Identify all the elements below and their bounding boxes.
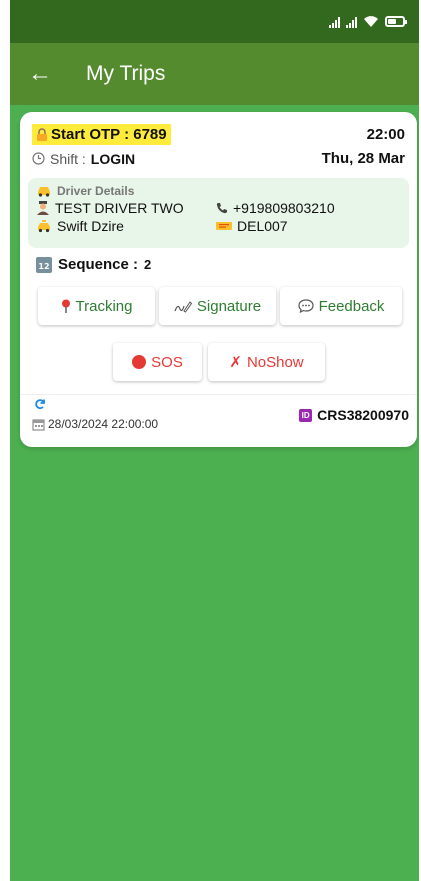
back-arrow-icon[interactable]: ← [28, 60, 68, 88]
sos-label: SOS [151, 353, 183, 371]
otp-row: Start OTP : 6789 22:00 [32, 124, 405, 145]
signature-pen-icon [174, 300, 192, 313]
noshow-button[interactable]: ✗ NoShow [208, 343, 325, 381]
otp-text: Start OTP : 6789 [51, 126, 167, 143]
start-otp: Start OTP : 6789 [32, 124, 171, 145]
sequence-value: 2 [144, 257, 152, 272]
battery-icon [385, 16, 407, 27]
sos-red-circle-icon [132, 355, 147, 369]
speech-bubble-icon [297, 299, 314, 313]
car-icon [36, 185, 52, 197]
driver-name: TEST DRIVER TWO [55, 200, 184, 216]
status-bar [10, 0, 419, 43]
pin-icon [61, 299, 71, 313]
id-badge-icon: ID [299, 408, 313, 422]
shift-value: LOGIN [90, 150, 136, 167]
signal-icon [329, 16, 340, 28]
vehicle-number-row: DEL007 [216, 218, 401, 234]
emergency-buttons: SOS ✗ NoShow [113, 343, 325, 381]
signature-button[interactable]: Signature [159, 287, 276, 325]
noshow-label: NoShow [246, 353, 304, 371]
lock-icon [36, 128, 48, 141]
signature-label: Signature [196, 297, 262, 315]
feedback-label: Feedback [318, 297, 385, 315]
wifi-icon [364, 15, 378, 27]
tracking-button[interactable]: Tracking [38, 287, 155, 325]
phone-icon [216, 202, 228, 214]
sos-button[interactable]: SOS [113, 343, 202, 381]
sequence-numbers-icon: 12 [36, 256, 52, 273]
vehicle-number: DEL007 [237, 218, 288, 234]
cross-mark-icon: ✗ [229, 354, 242, 371]
driver-details-header: Driver Details [36, 184, 401, 198]
action-buttons: Tracking Signature Feedback [38, 287, 402, 325]
shift-info: Shift : LOGIN [32, 151, 135, 167]
taxi-icon [36, 219, 52, 233]
calendar-icon [32, 418, 45, 431]
driver-details-label: Driver Details [57, 184, 135, 198]
clock-icon [32, 152, 45, 165]
sequence-row: 12 Sequence : 2 [36, 256, 151, 273]
card-divider [20, 394, 417, 395]
ticket-icon [216, 221, 232, 231]
app-bar: ← My Trips [10, 43, 419, 105]
driver-phone-row[interactable]: +919809803210 [216, 200, 401, 216]
driver-info-grid: TEST DRIVER TWO +919809803210 Swift Dzir… [36, 200, 401, 234]
driver-icon [36, 201, 50, 215]
shift-row: Shift : LOGIN Thu, 28 Mar [32, 150, 405, 167]
trip-datetime-row: 28/03/2024 22:00:00 [32, 417, 158, 431]
driver-name-row: TEST DRIVER TWO [36, 200, 216, 216]
tracking-label: Tracking [75, 297, 133, 315]
signal-icon-2 [346, 16, 357, 28]
sequence-label: Sequence : [58, 256, 139, 273]
trip-id-row: ID CRS38200970 [299, 407, 409, 423]
vehicle-model-row: Swift Dzire [36, 218, 216, 234]
trip-card[interactable]: Start OTP : 6789 22:00 Shift : LOGIN Thu… [20, 112, 417, 447]
refresh-icon[interactable] [34, 397, 46, 413]
svg-text:12: 12 [38, 262, 49, 271]
shift-label: Shift : [50, 150, 86, 167]
trip-datetime: 28/03/2024 22:00:00 [48, 417, 159, 431]
driver-details-panel: Driver Details TEST DRIVER TWO +91980980… [28, 178, 409, 248]
feedback-button[interactable]: Feedback [280, 287, 402, 325]
page-title: My Trips [86, 62, 166, 85]
trip-time: 22:00 [366, 126, 405, 143]
phone-screen: ← My Trips Start OTP : 6789 22:00 Shift … [10, 0, 419, 881]
vehicle-model: Swift Dzire [57, 218, 124, 234]
driver-phone[interactable]: +919809803210 [233, 200, 335, 216]
trip-id: CRS38200970 [317, 407, 409, 423]
trip-date: Thu, 28 Mar [321, 150, 405, 167]
